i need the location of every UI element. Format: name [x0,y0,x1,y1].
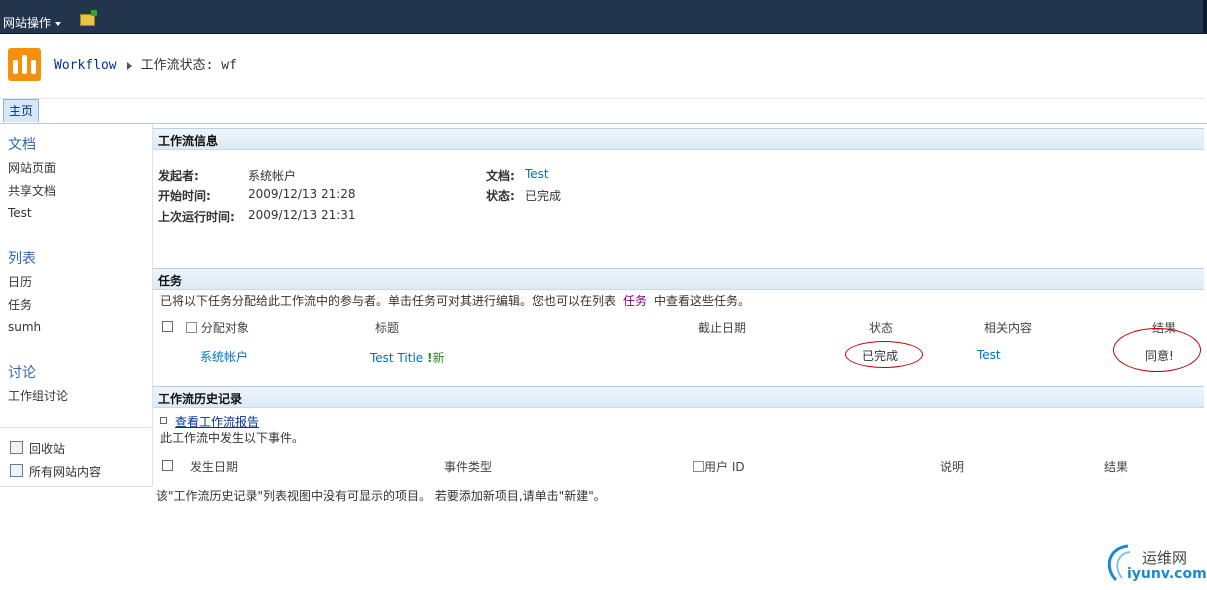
last-run-value: 2009/12/13 21:31 [248,208,356,222]
site-actions-label: 网站操作 [3,16,52,30]
attachment-column-icon [186,322,197,333]
tasks-list-link[interactable]: 任务 [623,294,647,308]
last-run-label: 上次运行时间: [158,210,235,224]
navigate-up-folder-icon[interactable] [80,10,97,26]
column-assigned-to-label: 分配对象 [200,321,249,335]
site-logo-icon[interactable] [8,48,41,81]
topbar-edge [1203,0,1207,33]
nav-item-team-discussion[interactable]: 工作组讨论 [8,387,68,404]
history-title: 工作流历史记录 [158,392,243,406]
history-intro: 此工作流中发生以下事件。 [160,431,305,445]
tasks-description-suffix: 中查看这些任务。 [654,294,751,308]
nav-heading-lists[interactable]: 列表 [8,248,36,268]
nav-heading-documents[interactable]: 文档 [8,134,36,154]
tasks-description: 已将以下任务分配给此工作流中的参与者。单击任务可对其进行编辑。您也可以在列表 任务… [160,292,750,309]
recycle-bin-label: 回收站 [29,442,66,456]
outcome-annotation-circle [1113,328,1201,372]
new-badge-label: 新 [432,351,445,365]
chevron-down-icon [55,21,62,26]
column-occurred-date[interactable]: 发生日期 [190,458,238,475]
recycle-bin-link[interactable]: 回收站 [10,440,65,457]
initiator-value: 系统帐户 [248,169,297,183]
all-site-content-link[interactable]: 所有网站内容 [10,463,101,480]
column-assigned-to[interactable]: 分配对象 [186,319,249,336]
initiator-label: 发起者: [158,169,199,183]
breadcrumb: Workflow 工作流状态: wf [54,54,237,73]
document-link[interactable]: Test [525,167,549,181]
site-actions-menu[interactable]: 网站操作 [3,14,62,31]
task-related-link[interactable]: Test [977,348,1001,362]
nav-item-calendar[interactable]: 日历 [8,273,32,290]
nav-heading-discussions[interactable]: 讨论 [8,362,36,382]
nav-bottom-links: 回收站 所有网站内容 [0,427,152,487]
select-all-history-checkbox[interactable] [162,460,173,471]
column-title[interactable]: 标题 [375,319,399,336]
column-related[interactable]: 相关内容 [984,319,1032,336]
tasks-description-text: 已将以下任务分配给此工作流中的参与者。单击任务可对其进行编辑。您也可以在列表 [160,294,617,308]
column-due-date[interactable]: 截止日期 [698,319,746,336]
task-title-link[interactable]: Test Title [370,351,423,365]
nav-item-test[interactable]: Test [8,206,32,220]
site-content-icon [10,464,23,477]
task-title[interactable]: Test Title !新 [370,349,445,366]
select-all-tasks-checkbox[interactable] [162,321,173,332]
started-label: 开始时间: [158,189,211,203]
history-header: 工作流历史记录 [153,386,1204,408]
column-user-id[interactable]: 用户 ID [693,458,745,475]
tasks-header: 任务 [153,268,1204,290]
user-column-icon [693,461,704,472]
column-user-id-label: 用户 ID [704,460,745,474]
column-description[interactable]: 说明 [940,458,964,475]
recycle-bin-icon [10,441,23,454]
all-site-content-label: 所有网站内容 [29,465,102,479]
breadcrumb-current: 工作流状态: wf [140,58,237,73]
breadcrumb-root-link[interactable]: Workflow [54,58,117,73]
column-history-outcome[interactable]: 结果 [1104,458,1128,475]
bullet-icon [160,417,167,424]
nav-item-tasks[interactable]: 任务 [8,296,32,313]
nav-item-sumh[interactable]: sumh [8,320,41,334]
history-empty-message: 该"工作流历史记录"列表视图中没有可显示的项目。 若要添加新项目,请单击"新建"… [156,489,606,503]
status-label: 状态: [486,189,515,203]
tasks-title: 任务 [158,274,183,288]
watermark-text-cn: 运维网 [1142,549,1188,567]
watermark-text-domain: iyunv.com [1127,566,1207,582]
top-nav-bar: 主页 [0,99,1207,124]
breadcrumb-arrow-icon [126,61,132,70]
nav-item-site-pages[interactable]: 网站页面 [8,159,56,176]
workflow-info-header: 工作流信息 [153,128,1204,150]
quick-launch: 文档 网站页面 共享文档 Test 列表 日历 任务 sumh 讨论 工作组讨论… [0,124,153,487]
status-value: 已完成 [525,189,562,203]
status-annotation-circle [845,341,923,368]
column-status[interactable]: 状态 [869,319,893,336]
top-bar: 网站操作 [0,0,1207,34]
page-header: Workflow 工作流状态: wf [0,34,1204,99]
task-assigned-to-link[interactable]: 系统帐户 [200,348,248,365]
view-report-row: 查看工作流报告 [160,413,259,430]
document-label: 文档: [486,169,515,183]
nav-item-shared-documents[interactable]: 共享文档 [8,182,56,199]
started-value: 2009/12/13 21:28 [248,187,356,201]
tab-home[interactable]: 主页 [3,99,40,122]
workflow-info-title: 工作流信息 [158,134,219,148]
column-event-type[interactable]: 事件类型 [444,458,492,475]
view-workflow-report-link[interactable]: 查看工作流报告 [175,415,259,429]
